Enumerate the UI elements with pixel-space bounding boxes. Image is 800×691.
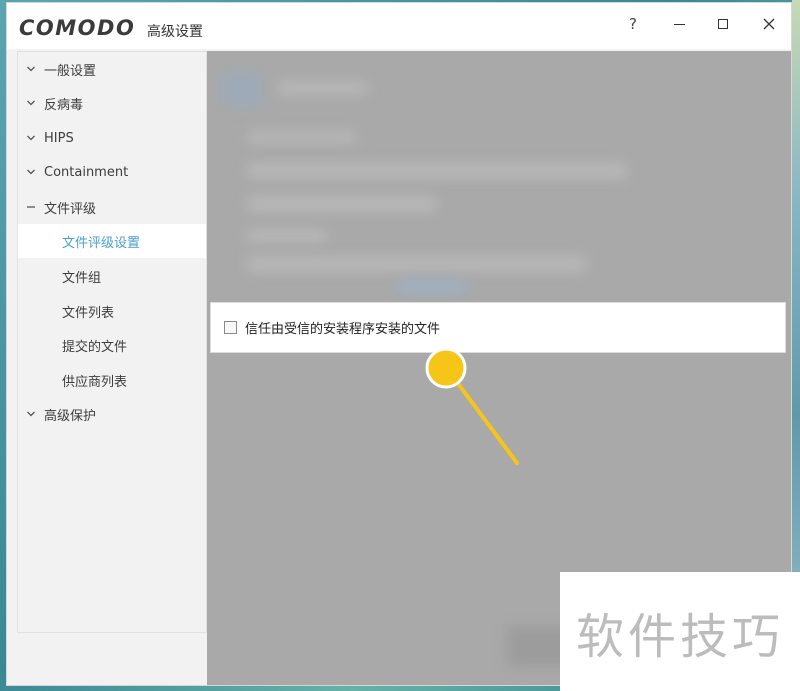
collapse-dash-icon: [26, 202, 36, 212]
blurred-text: [247, 131, 357, 143]
maximize-button[interactable]: [705, 11, 741, 37]
sidebar-subitem-file-groups[interactable]: 文件组: [18, 259, 206, 293]
sidebar-item-advanced-protection[interactable]: 高级保护: [18, 397, 206, 431]
close-icon: [763, 18, 775, 30]
title-bar: COMODO 高级设置 ?: [7, 3, 791, 49]
chevron-down-icon: [26, 409, 36, 419]
help-icon: ?: [629, 15, 637, 33]
maximize-icon: [718, 19, 728, 29]
sidebar-item-label: Containment: [44, 164, 129, 180]
sidebar-subitem-file-rating-settings[interactable]: 文件评级设置: [18, 224, 206, 258]
settings-sidebar: 一般设置 反病毒 HIPS Containment 文件评级 文件评级设置 文件…: [17, 51, 207, 633]
pointer-annotation: [425, 347, 519, 465]
sidebar-item-containment[interactable]: Containment: [18, 155, 206, 189]
minimize-button[interactable]: [661, 11, 697, 37]
chevron-down-icon: [26, 133, 36, 143]
watermark-panel: 软件技巧: [560, 572, 800, 691]
comodo-logo: COMODO: [19, 16, 136, 40]
sidebar-subitem-submitted-files[interactable]: 提交的文件: [18, 328, 206, 362]
sidebar-item-hips[interactable]: HIPS: [18, 121, 206, 155]
sidebar-item-label: 反病毒: [44, 97, 84, 113]
sidebar-item-label: 文件评级: [44, 201, 97, 217]
blurred-link: [397, 279, 467, 293]
sidebar-item-label: HIPS: [44, 130, 74, 146]
window-title: 高级设置: [147, 24, 203, 40]
close-button[interactable]: [751, 11, 787, 37]
chevron-down-icon: [26, 64, 36, 74]
sidebar-item-file-rating[interactable]: 文件评级: [18, 190, 206, 224]
sidebar-subitem-file-list[interactable]: 文件列表: [18, 294, 206, 328]
blurred-icon: [221, 71, 261, 107]
sidebar-item-antivirus[interactable]: 反病毒: [18, 86, 206, 120]
sidebar-item-general[interactable]: 一般设置: [18, 52, 206, 86]
chevron-down-icon: [26, 167, 36, 177]
blurred-text: [277, 81, 367, 95]
watermark-text: 软件技巧: [575, 608, 784, 665]
blurred-text: [247, 229, 327, 243]
chevron-down-icon: [26, 98, 36, 108]
minimize-icon: [673, 23, 685, 25]
sidebar-item-label: 高级保护: [44, 408, 97, 424]
blurred-text: [247, 256, 587, 272]
blurred-text: [247, 196, 437, 212]
help-button[interactable]: ?: [615, 11, 651, 37]
sidebar-item-label: 一般设置: [44, 63, 97, 79]
trust-installer-checkbox[interactable]: [224, 321, 237, 334]
blurred-text: [247, 163, 627, 179]
sidebar-subitem-vendor-list[interactable]: 供应商列表: [18, 363, 206, 397]
trust-installer-label: 信任由受信的安装程序安装的文件: [245, 322, 441, 337]
